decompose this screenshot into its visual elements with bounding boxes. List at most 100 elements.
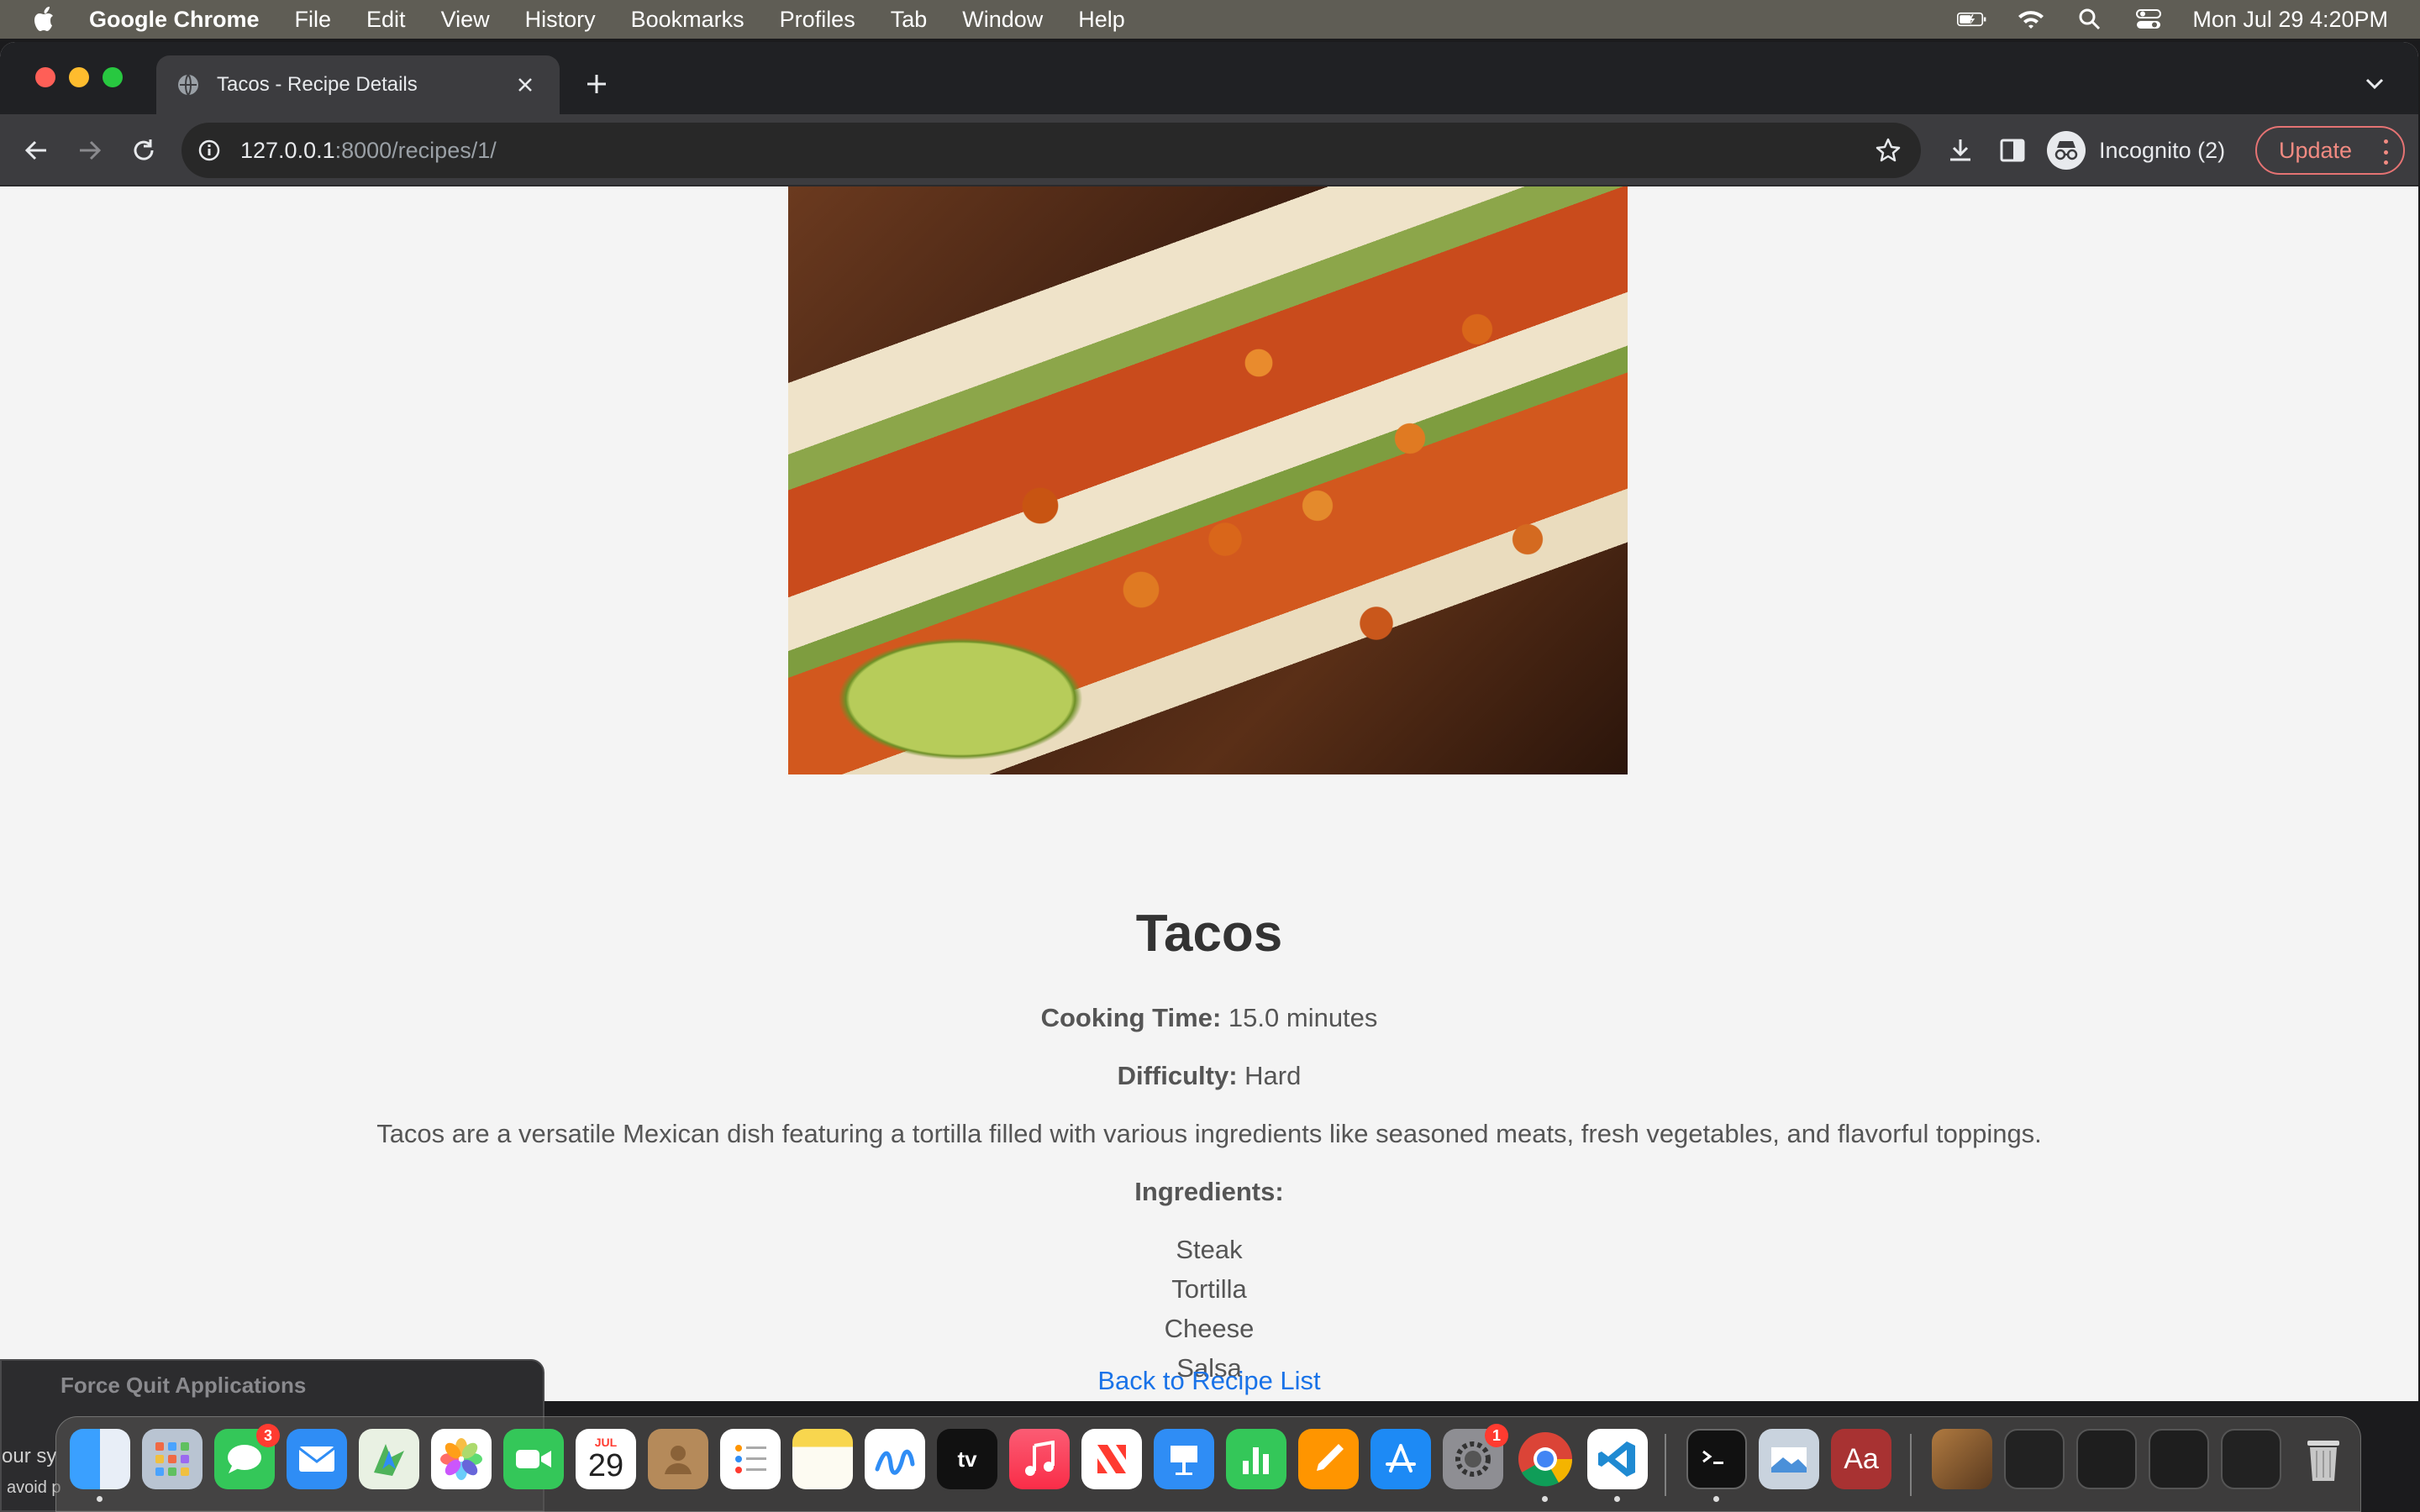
ingredients-heading: Ingredients: <box>1134 1177 1284 1206</box>
recipe-detail-page: Tacos Cooking Time: 15.0 minutes Difficu… <box>0 186 2418 1401</box>
freeform-icon[interactable] <box>865 1429 925 1489</box>
reload-icon[interactable] <box>126 133 161 168</box>
recipe-image <box>788 186 1628 774</box>
back-arrow-icon[interactable] <box>18 133 54 168</box>
photos-icon[interactable] <box>431 1429 492 1489</box>
incognito-label: Incognito (2) <box>2099 137 2226 163</box>
dock-separator <box>1665 1434 1666 1496</box>
recipe-title: Tacos <box>1135 905 1283 963</box>
menu-help[interactable]: Help <box>1078 7 1125 33</box>
calendar-icon[interactable]: JUL 29 <box>576 1429 636 1489</box>
keynote-icon[interactable] <box>1154 1429 1214 1489</box>
reminders-icon[interactable] <box>720 1429 781 1489</box>
cooking-time-label: Cooking Time: <box>1040 1003 1222 1032</box>
update-label: Update <box>2279 137 2353 163</box>
list-item: Cheese <box>1164 1314 1255 1343</box>
site-info-icon[interactable] <box>198 138 224 163</box>
contacts-icon[interactable] <box>648 1429 708 1489</box>
preview-icon[interactable] <box>1759 1429 1819 1489</box>
globe-icon <box>176 73 200 97</box>
messages-icon[interactable]: 3 <box>214 1424 280 1489</box>
cooking-time-row: Cooking Time: 15.0 minutes <box>0 1003 2418 1033</box>
menu-bar-clock[interactable]: Mon Jul 29 4:20PM <box>2192 7 2388 33</box>
tab-recipe-details[interactable]: Tacos - Recipe Details <box>156 55 560 114</box>
browser-window: Tacos - Recipe Details 127.0.0.1:8000/re… <box>0 42 2418 1401</box>
settings-badge: 1 <box>1485 1424 1508 1447</box>
minimized-window-icon[interactable] <box>2149 1429 2209 1489</box>
new-tab-plus-icon[interactable] <box>580 67 613 101</box>
music-icon[interactable] <box>1009 1429 1070 1489</box>
system-settings-icon[interactable]: 1 <box>1443 1424 1508 1489</box>
notes-icon[interactable] <box>792 1429 853 1489</box>
window-minimize-button[interactable] <box>69 67 89 87</box>
download-icon[interactable] <box>1943 133 1978 168</box>
forward-arrow-icon[interactable] <box>72 133 108 168</box>
dock: 3 JUL 29 tv 1 Aa <box>55 1416 2361 1512</box>
browser-toolbar: 127.0.0.1:8000/recipes/1/ Incognito (2) … <box>0 114 2418 186</box>
calendar-day: 29 <box>587 1448 624 1483</box>
apple-icon[interactable] <box>34 7 57 32</box>
address-bar[interactable]: 127.0.0.1:8000/recipes/1/ <box>182 123 1921 178</box>
menu-history[interactable]: History <box>525 7 596 33</box>
minimized-image-icon[interactable] <box>1932 1429 1992 1489</box>
apple-tv-icon[interactable]: tv <box>937 1429 997 1489</box>
minimized-window-icon[interactable] <box>2221 1429 2281 1489</box>
recipe-description: Tacos are a versatile Mexican dish featu… <box>376 1119 2042 1148</box>
launchpad-icon[interactable] <box>142 1429 203 1489</box>
more-menu-icon[interactable] <box>2381 139 2390 165</box>
mail-icon[interactable] <box>287 1429 347 1489</box>
pages-icon[interactable] <box>1298 1429 1359 1489</box>
chrome-running-dot <box>1542 1496 1548 1502</box>
menu-bar: Google Chrome File Edit View History Boo… <box>0 0 2420 39</box>
calendar-month: JUL <box>594 1436 618 1449</box>
tab-search-chevron-down-icon[interactable] <box>2360 69 2390 99</box>
battery-icon[interactable] <box>1957 7 1987 32</box>
terminal-running-dot <box>1713 1496 1719 1502</box>
spotlight-search-icon[interactable] <box>2075 7 2105 32</box>
menu-file[interactable]: File <box>295 7 332 33</box>
dictionary-icon[interactable]: Aa <box>1831 1429 1891 1489</box>
menu-window[interactable]: Window <box>962 7 1043 33</box>
tab-strip: Tacos - Recipe Details <box>0 42 2418 114</box>
difficulty-label: Difficulty: <box>1117 1061 1238 1090</box>
dock-separator <box>1910 1434 1912 1496</box>
terminal-icon[interactable] <box>1686 1429 1747 1489</box>
menu-profiles[interactable]: Profiles <box>780 7 855 33</box>
url-host: 127.0.0.1 <box>240 137 335 163</box>
menu-edit[interactable]: Edit <box>366 7 406 33</box>
incognito-profile-button[interactable]: Incognito (2) <box>2047 126 2225 175</box>
tab-title: Tacos - Recipe Details <box>217 73 418 96</box>
cooking-time-value: 15.0 minutes <box>1228 1003 1378 1032</box>
menu-view[interactable]: View <box>441 7 490 33</box>
chrome-icon[interactable] <box>1515 1429 1576 1489</box>
trash-icon[interactable] <box>2293 1429 2354 1489</box>
list-item: Tortilla <box>1171 1274 1247 1304</box>
incognito-icon <box>2047 131 2086 170</box>
menu-bookmarks[interactable]: Bookmarks <box>631 7 744 33</box>
app-store-icon[interactable] <box>1370 1429 1431 1489</box>
tab-close-icon[interactable] <box>511 71 539 99</box>
bookmark-star-icon[interactable] <box>1874 136 1902 165</box>
maps-icon[interactable] <box>359 1429 419 1489</box>
force-quit-text-1: our sy <box>2 1445 57 1467</box>
update-button[interactable]: Update <box>2255 126 2405 175</box>
force-quit-title: Force Quit Applications <box>60 1373 307 1398</box>
vscode-running-dot <box>1614 1496 1620 1502</box>
menu-tab[interactable]: Tab <box>891 7 928 33</box>
control-center-icon[interactable] <box>2133 7 2164 32</box>
menu-app-name[interactable]: Google Chrome <box>89 7 260 33</box>
difficulty-value: Hard <box>1244 1061 1302 1090</box>
minimized-window-icon[interactable] <box>2076 1429 2137 1489</box>
side-panel-icon[interactable] <box>1995 133 2030 168</box>
news-icon[interactable] <box>1081 1429 1142 1489</box>
wifi-icon[interactable] <box>2016 7 2046 32</box>
window-zoom-button[interactable] <box>103 67 123 87</box>
facetime-icon[interactable] <box>503 1429 564 1489</box>
minimized-window-icon[interactable] <box>2004 1429 2065 1489</box>
apple-tv-label: tv <box>957 1446 977 1472</box>
vscode-icon[interactable] <box>1587 1429 1648 1489</box>
dictionary-label: Aa <box>1844 1442 1879 1475</box>
numbers-icon[interactable] <box>1226 1429 1286 1489</box>
window-close-button[interactable] <box>35 67 55 87</box>
finder-icon[interactable] <box>70 1429 130 1489</box>
